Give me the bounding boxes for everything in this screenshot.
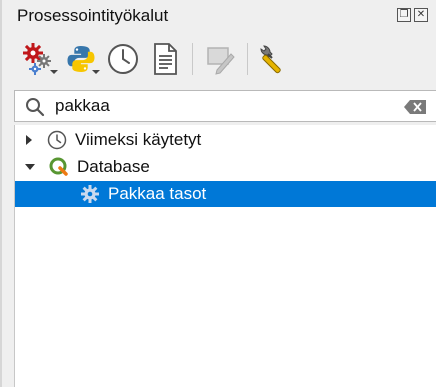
edit-features-in-place-button[interactable]	[199, 38, 241, 80]
algorithm-tree: Viimeksi käytetyt Database Pakkaa tasot	[14, 125, 436, 387]
tree-item-database[interactable]: Database	[15, 154, 436, 180]
results-viewer-button[interactable]	[144, 38, 186, 80]
options-button[interactable]	[254, 38, 296, 80]
tree-item-label: Database	[77, 157, 150, 176]
wrench-icon	[260, 45, 281, 74]
gear-icon	[80, 184, 100, 204]
results-viewer-icon	[154, 43, 177, 75]
chevron-down-icon[interactable]	[25, 164, 35, 170]
tree-item-recent[interactable]: Viimeksi käytetyt	[15, 127, 436, 153]
chevron-down-icon	[92, 70, 100, 74]
edit-features-in-place-icon	[207, 47, 235, 75]
left-edge-divider	[0, 0, 2, 387]
qgis-icon	[49, 157, 69, 177]
tree-item-label: Pakkaa tasot	[108, 184, 207, 203]
clock-icon	[47, 130, 67, 150]
search-box[interactable]	[14, 90, 436, 122]
panel-window-buttons: ❐ ✕	[397, 8, 428, 22]
clear-icon[interactable]	[404, 100, 426, 114]
python-button[interactable]	[60, 38, 102, 80]
toolbar-separator	[192, 43, 193, 75]
history-button[interactable]	[102, 38, 144, 80]
tree-item-pakkaa-tasot[interactable]: Pakkaa tasot	[15, 181, 436, 207]
processing-toolbar	[18, 38, 428, 80]
history-icon	[108, 44, 138, 74]
tree-item-label: Viimeksi käytetyt	[75, 130, 202, 149]
close-icon[interactable]: ✕	[414, 8, 428, 22]
search-icon	[26, 98, 45, 117]
float-icon[interactable]: ❐	[397, 8, 411, 22]
chevron-down-icon	[50, 70, 58, 74]
toolbar-separator	[247, 43, 248, 75]
panel-title: Prosessointityökalut	[17, 6, 169, 25]
chevron-right-icon[interactable]	[26, 135, 32, 145]
models-button[interactable]	[18, 38, 60, 80]
search-input[interactable]	[55, 95, 395, 117]
